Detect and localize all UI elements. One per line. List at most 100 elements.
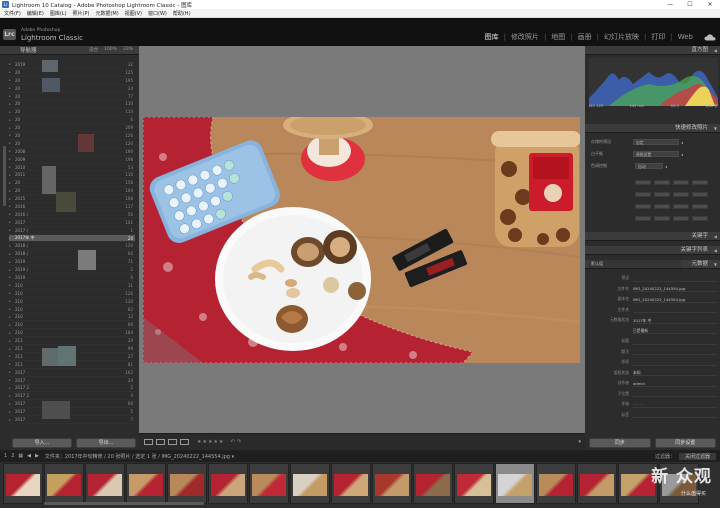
shadows-buttons[interactable] bbox=[635, 216, 708, 222]
metadata-value-field[interactable] bbox=[633, 359, 717, 366]
folder-row[interactable]: ▸ 2010 53 bbox=[9, 164, 135, 172]
metadata-value-field[interactable]: 未知 bbox=[633, 369, 717, 376]
metadata-value-field[interactable] bbox=[633, 306, 717, 313]
folder-row[interactable]: ▸ 2019 32 bbox=[9, 61, 135, 69]
filmstrip-source-path[interactable]: 文件夹：2017年中旬精修 / 20 张照片 / 选定 1 张 / IMG_20… bbox=[45, 453, 234, 460]
metadata-value-field[interactable] bbox=[633, 390, 717, 397]
folder-row[interactable]: ▸ 2017年 中 20 bbox=[9, 234, 135, 243]
filter-select[interactable]: 关闭过滤器 bbox=[678, 452, 716, 460]
back-icon[interactable]: ◀ bbox=[27, 453, 31, 459]
minimize-button[interactable]: — bbox=[660, 0, 680, 9]
folder-row[interactable]: ▸ 2017 162 bbox=[9, 369, 135, 377]
folder-row[interactable]: ▸ 20 6 bbox=[9, 116, 135, 125]
filmstrip-thumbnail[interactable] bbox=[85, 463, 125, 504]
keywording-header[interactable]: 关键字 ◀ bbox=[585, 232, 720, 241]
grid-view-icon[interactable] bbox=[144, 439, 153, 445]
metadata-value-field[interactable] bbox=[633, 348, 717, 355]
folder-row[interactable]: ▸ 2017 5 bbox=[9, 408, 135, 417]
loupe-view-icon[interactable] bbox=[156, 439, 165, 445]
module-book[interactable]: 画册 bbox=[573, 32, 597, 42]
survey-view-icon[interactable] bbox=[180, 439, 189, 445]
folder-row[interactable]: ▸ 210 184 bbox=[9, 329, 135, 338]
folder-row[interactable]: ▸ 210 82 bbox=[9, 306, 135, 314]
filmstrip-thumbnail[interactable] bbox=[331, 463, 371, 504]
loupe-view[interactable] bbox=[139, 46, 585, 433]
folder-row[interactable]: ▸ 20 77 bbox=[9, 93, 135, 101]
auto-tone-button[interactable]: 自动 bbox=[635, 163, 663, 169]
white-balance-select[interactable]: 原照设置 bbox=[633, 151, 679, 157]
preset-select[interactable]: 自定 bbox=[633, 139, 679, 145]
folder-row[interactable]: ▸ 2017 101 bbox=[9, 219, 135, 227]
folder-row[interactable]: ▸ 20 126 bbox=[9, 132, 135, 140]
metadata-value-field[interactable] bbox=[633, 411, 717, 418]
export-button[interactable]: 导出... bbox=[76, 438, 136, 448]
metadata-value-field[interactable] bbox=[633, 275, 717, 282]
filmstrip-thumbnail[interactable] bbox=[495, 463, 535, 504]
metadata-value-field[interactable]: 2017年 中 bbox=[633, 317, 717, 324]
secondary-window-1[interactable]: 1 bbox=[4, 453, 7, 459]
sync-settings-button[interactable]: 同步设置 bbox=[654, 438, 716, 448]
filmstrip-thumbnail[interactable] bbox=[167, 463, 207, 504]
folder-row[interactable]: ▸ 2008 190 bbox=[9, 148, 135, 156]
toolbar-options-dropdown[interactable]: ▾ bbox=[578, 439, 581, 445]
keyword-list-header[interactable]: 关键字列表 ◀ bbox=[585, 246, 720, 255]
metadata-preset-select[interactable]: 默认值 bbox=[589, 260, 681, 268]
zoom-100[interactable]: 100% bbox=[104, 47, 117, 53]
metadata-header[interactable]: 元数据 ▼ 默认值 bbox=[585, 260, 720, 269]
folder-row[interactable]: ▸ 2016 (56 bbox=[9, 211, 135, 219]
folder-row[interactable]: ▸ 211 20 bbox=[9, 337, 135, 346]
highlights-buttons[interactable] bbox=[635, 204, 708, 210]
filmstrip-thumbnail[interactable] bbox=[454, 463, 494, 504]
rotate-icons[interactable]: ↶ ↷ bbox=[230, 439, 241, 445]
folder-row[interactable]: ▸ 20 195 bbox=[9, 77, 135, 85]
folder-row[interactable]: ▸ 2009 198 bbox=[9, 156, 135, 164]
close-button[interactable]: ✕ bbox=[700, 0, 720, 9]
filmstrip-thumbnail[interactable] bbox=[126, 463, 166, 504]
menu-photo[interactable]: 照片(P) bbox=[73, 10, 90, 17]
contrast-buttons[interactable] bbox=[635, 192, 708, 198]
module-library[interactable]: 图库 bbox=[480, 32, 504, 42]
secondary-window-2[interactable]: 2 bbox=[11, 453, 14, 459]
metadata-value-field[interactable]: admin bbox=[633, 380, 717, 387]
zoom-33[interactable]: 33% bbox=[123, 47, 133, 53]
exposure-buttons[interactable] bbox=[635, 180, 708, 186]
folder-row[interactable]: ▸ 210 126 bbox=[9, 290, 135, 298]
left-panel-scrollbar[interactable] bbox=[3, 146, 6, 206]
folder-row[interactable]: ▸ 210 130 bbox=[9, 298, 135, 306]
metadata-value-field[interactable] bbox=[633, 338, 717, 345]
folder-row[interactable]: ▸ 2017 7 bbox=[9, 416, 135, 424]
maximize-button[interactable]: ☐ bbox=[680, 0, 700, 9]
folder-row[interactable]: ▸ 20 125 bbox=[9, 69, 135, 77]
filmstrip-thumbnail[interactable] bbox=[577, 463, 617, 504]
module-print[interactable]: 打印 bbox=[646, 32, 670, 42]
folder-row[interactable]: ▸ 2018 (120 bbox=[9, 242, 135, 251]
folder-row[interactable]: ▸ 2017 (1 bbox=[9, 227, 135, 235]
histogram-header[interactable]: 直方图 ◀ bbox=[585, 46, 720, 55]
cloud-icon[interactable] bbox=[704, 33, 716, 41]
filmstrip-thumbnail[interactable] bbox=[3, 463, 43, 504]
metadata-value-field[interactable]: IMG_20240222_144554.jpg bbox=[633, 285, 717, 292]
compare-view-icon[interactable] bbox=[168, 439, 177, 445]
folder-row[interactable]: ▸ 2019 71 bbox=[9, 258, 135, 267]
filmstrip-thumbnail[interactable] bbox=[249, 463, 289, 504]
folder-row[interactable]: ▸ 2017 66 bbox=[9, 400, 135, 409]
menu-file[interactable]: 文件(F) bbox=[4, 10, 21, 17]
menu-help[interactable]: 帮助(H) bbox=[173, 10, 191, 17]
folder-row[interactable]: ▸ 2017 24 bbox=[9, 392, 135, 401]
sync-metadata-button[interactable]: 同步 bbox=[589, 438, 651, 448]
folder-row[interactable]: ▸ 2019 (2 bbox=[9, 266, 135, 275]
zoom-fit[interactable]: 适合 bbox=[89, 47, 98, 53]
filmstrip-thumbnail[interactable] bbox=[536, 463, 576, 504]
folder-row[interactable]: ▸ 20 110 bbox=[9, 100, 135, 109]
module-slideshow[interactable]: 幻灯片放映 bbox=[599, 32, 644, 42]
metadata-value-field[interactable]: IMG_20240222_144554.jpg bbox=[633, 296, 717, 303]
menu-edit[interactable]: 编辑(E) bbox=[27, 10, 44, 17]
filmstrip-thumbnail[interactable] bbox=[372, 463, 412, 504]
navigator-panel-header[interactable]: 导航器 适合 100% 33% bbox=[0, 46, 139, 55]
folder-row[interactable]: ▸ 20 209 bbox=[9, 124, 135, 133]
folder-row[interactable]: ▸ 20 24 bbox=[9, 85, 135, 93]
filmstrip-scrollbar[interactable] bbox=[44, 502, 204, 505]
rating-stars[interactable]: ★★★★★ bbox=[197, 439, 224, 445]
filmstrip-thumbnail[interactable] bbox=[413, 463, 453, 504]
folder-row[interactable]: ▸ 2011 116 bbox=[9, 171, 135, 180]
